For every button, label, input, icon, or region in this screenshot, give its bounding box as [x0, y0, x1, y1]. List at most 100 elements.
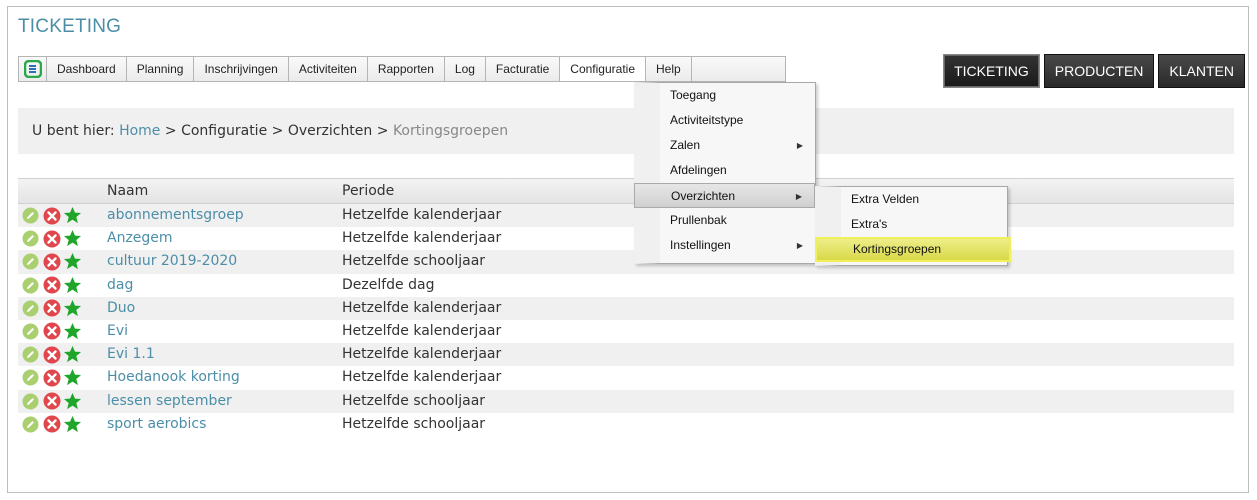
ticketing-button[interactable]: TICKETING: [943, 54, 1040, 88]
submenu-arrow-icon: ▶: [795, 192, 802, 201]
breadcrumb-separator: >: [164, 123, 177, 139]
delete-icon[interactable]: [42, 368, 61, 387]
pencil-icon[interactable]: [21, 229, 40, 248]
dropdown-item-label: Afdelingen: [670, 163, 727, 177]
breadcrumb-separator: >: [271, 123, 284, 139]
dropdown-item-label: Instellingen: [670, 238, 731, 252]
row-name-link[interactable]: Anzegem: [107, 227, 173, 250]
row-name-link[interactable]: Evi 1.1: [107, 343, 155, 366]
menu-planning[interactable]: Planning: [127, 57, 195, 81]
row-name-link[interactable]: Hoedanook korting: [107, 366, 240, 389]
pencil-icon[interactable]: [21, 415, 40, 434]
row-name-link[interactable]: Duo: [107, 297, 135, 320]
row-name-link[interactable]: abonnementsgroep: [107, 204, 244, 227]
menu-inschrijvingen[interactable]: Inschrijvingen: [194, 57, 289, 81]
row-name-link[interactable]: sport aerobics: [107, 413, 206, 436]
submenu-item-extras[interactable]: Extra's: [815, 212, 1007, 237]
pencil-icon[interactable]: [21, 252, 40, 271]
star-icon[interactable]: [63, 252, 82, 271]
submenu-item-kortingsgroepen[interactable]: Kortingsgroepen: [815, 237, 1011, 262]
star-icon[interactable]: [63, 299, 82, 318]
row-name-link[interactable]: cultuur 2019-2020: [107, 250, 237, 273]
column-header-naam[interactable]: Naam: [107, 179, 148, 203]
column-header-periode[interactable]: Periode: [342, 179, 394, 203]
table-row: dag Dezelfde dag: [18, 274, 1234, 297]
pencil-icon[interactable]: [21, 392, 40, 411]
breadcrumb-configuratie: Configuratie: [181, 123, 268, 139]
row-period: Hetzelfde kalenderjaar: [342, 369, 502, 386]
breadcrumb-prefix: U bent hier:: [32, 123, 115, 139]
row-period: Hetzelfde kalenderjaar: [342, 207, 502, 223]
row-period: Hetzelfde kalenderjaar: [342, 322, 502, 339]
star-icon[interactable]: [63, 206, 82, 225]
delete-icon[interactable]: [42, 299, 61, 318]
row-name-link[interactable]: dag: [107, 274, 133, 297]
delete-icon[interactable]: [42, 252, 61, 271]
dropdown-item-prullenbak[interactable]: Prullenbak: [634, 208, 815, 233]
menu-log[interactable]: Log: [445, 57, 486, 81]
row-period: Hetzelfde kalenderjaar: [342, 230, 502, 247]
kortingsgroepen-table: Naam Periode abonnementsgroep Hetzelfde k…: [18, 178, 1234, 436]
dropdown-item-label: Toegang: [670, 88, 717, 102]
row-actions: [21, 252, 82, 271]
row-period: Hetzelfde kalenderjaar: [342, 346, 502, 363]
pencil-icon[interactable]: [21, 322, 40, 341]
dropdown-item-instellingen[interactable]: Instellingen ▶: [634, 233, 815, 258]
star-icon[interactable]: [63, 229, 82, 248]
overzichten-submenu: Extra Velden Extra's Kortingsgroepen: [815, 186, 1011, 266]
app-title: TICKETING: [18, 16, 122, 37]
pencil-icon[interactable]: [21, 345, 40, 364]
menu-activiteiten[interactable]: Activiteiten: [289, 57, 368, 81]
pencil-icon[interactable]: [21, 299, 40, 318]
pencil-icon[interactable]: [21, 276, 40, 295]
star-icon[interactable]: [63, 415, 82, 434]
star-icon[interactable]: [63, 276, 82, 295]
row-actions: [21, 415, 82, 434]
dropdown-item-label: Overzichten: [671, 189, 736, 203]
submenu-arrow-icon: ▶: [796, 141, 803, 150]
menu-dashboard[interactable]: Dashboard: [47, 57, 127, 81]
star-icon[interactable]: [63, 392, 82, 411]
dropdown-item-activiteitstype[interactable]: Activiteitstype: [634, 108, 815, 133]
menu-configuratie[interactable]: Configuratie: [560, 57, 646, 81]
delete-icon[interactable]: [42, 345, 61, 364]
menu-rapporten[interactable]: Rapporten: [368, 57, 445, 81]
row-actions: [21, 206, 82, 225]
klanten-button[interactable]: KLANTEN: [1158, 54, 1245, 88]
breadcrumb-separator: >: [376, 123, 389, 139]
table-row: Duo Hetzelfde kalenderjaar: [18, 296, 1234, 320]
row-actions: [21, 229, 82, 248]
delete-icon[interactable]: [42, 415, 61, 434]
menu-facturatie[interactable]: Facturatie: [486, 57, 561, 81]
delete-icon[interactable]: [42, 322, 61, 341]
row-name-link[interactable]: Evi: [107, 320, 128, 343]
table-row: Evi 1.1 Hetzelfde kalenderjaar: [18, 343, 1234, 367]
menu-help[interactable]: Help: [646, 57, 692, 81]
table-header: Naam Periode: [18, 178, 1234, 204]
dropdown-item-zalen[interactable]: Zalen ▶: [634, 133, 815, 158]
delete-icon[interactable]: [42, 229, 61, 248]
table-row: abonnementsgroep Hetzelfde kalenderjaar: [18, 204, 1234, 228]
breadcrumb-overzichten: Overzichten: [287, 123, 373, 139]
dropdown-item-afdelingen[interactable]: Afdelingen: [634, 158, 815, 183]
breadcrumb-home[interactable]: Home: [119, 123, 160, 139]
producten-button[interactable]: PRODUCTEN: [1043, 54, 1155, 88]
delete-icon[interactable]: [42, 276, 61, 295]
pencil-icon[interactable]: [21, 206, 40, 225]
star-icon[interactable]: [63, 345, 82, 364]
table-row: sport aerobics Hetzelfde schooljaar: [18, 413, 1234, 436]
table-row: Evi Hetzelfde kalenderjaar: [18, 320, 1234, 343]
configuratie-dropdown: Toegang Activiteitstype Zalen ▶ Afdelinge…: [634, 82, 816, 264]
logo-icon[interactable]: [19, 57, 47, 81]
dropdown-item-toegang[interactable]: Toegang: [634, 83, 815, 108]
star-icon[interactable]: [63, 368, 82, 387]
delete-icon[interactable]: [42, 392, 61, 411]
submenu-item-extra-velden[interactable]: Extra Velden: [815, 187, 1007, 212]
table-row: lessen september Hetzelfde schooljaar: [18, 389, 1234, 413]
delete-icon[interactable]: [42, 206, 61, 225]
row-name-link[interactable]: lessen september: [107, 390, 232, 413]
dropdown-item-label: Prullenbak: [670, 213, 727, 227]
dropdown-item-overzichten[interactable]: Overzichten ▶: [634, 183, 815, 208]
pencil-icon[interactable]: [21, 368, 40, 387]
star-icon[interactable]: [63, 322, 82, 341]
